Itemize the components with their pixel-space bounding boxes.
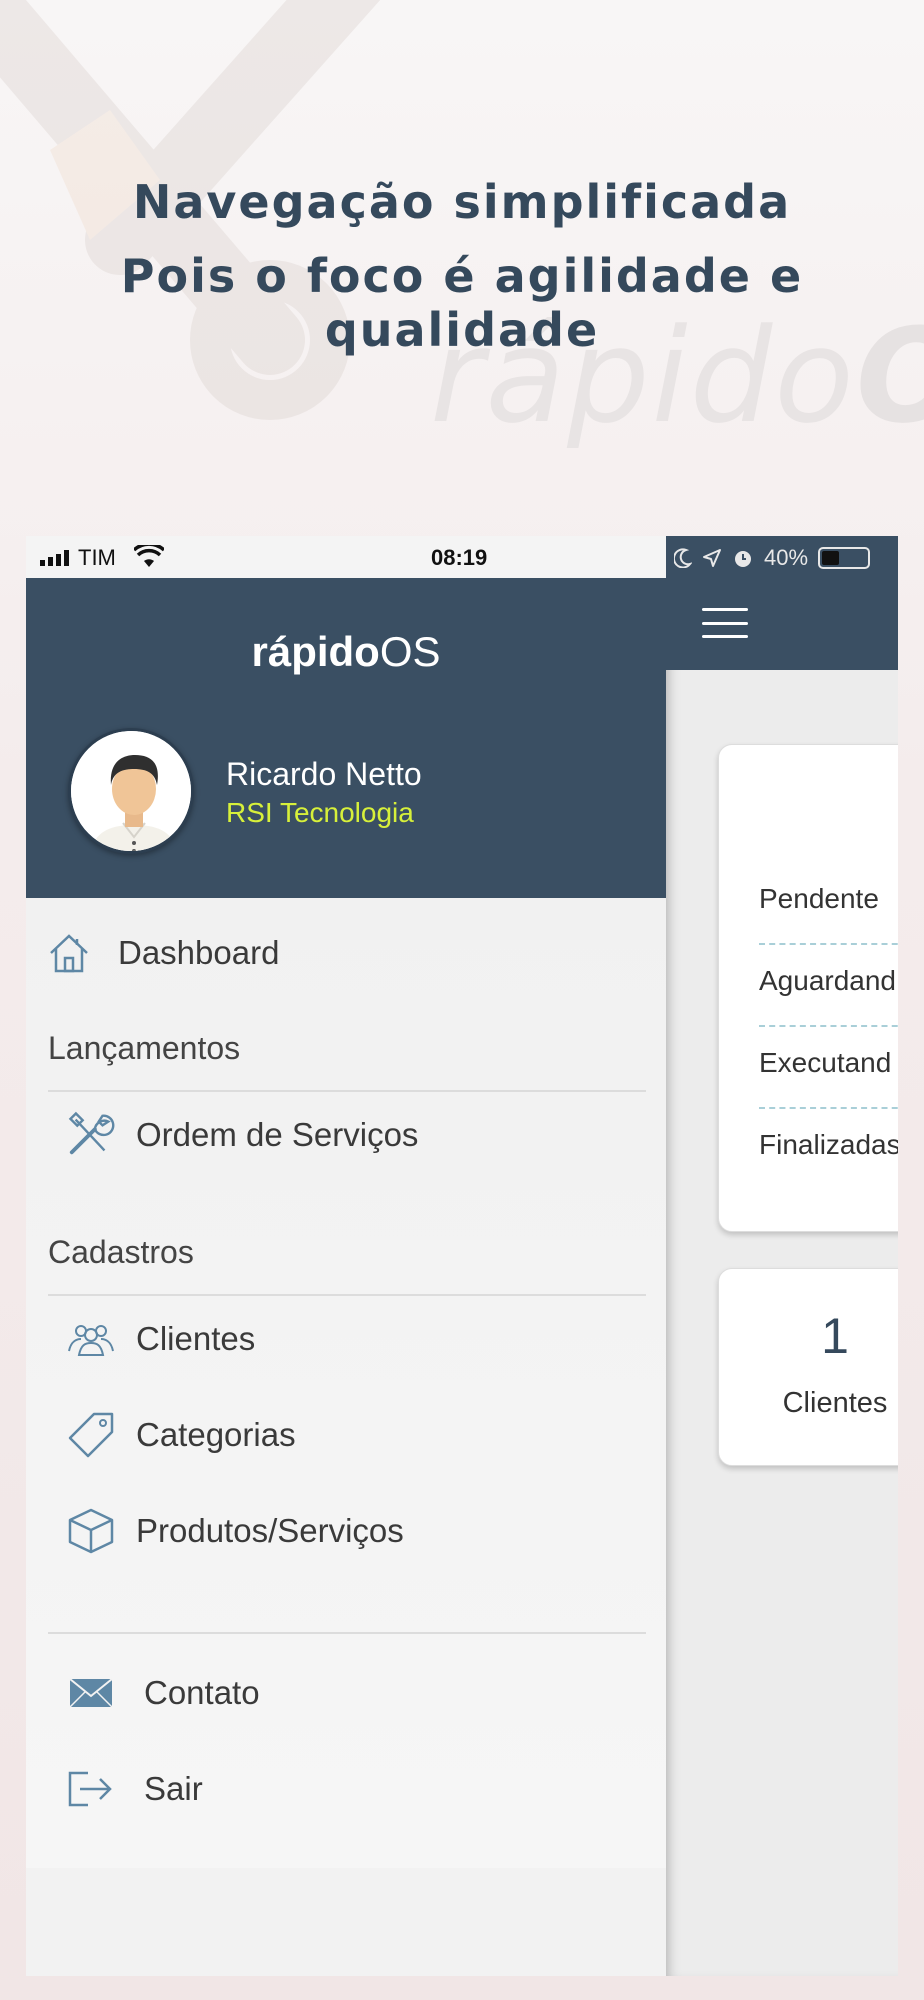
menu-item-contato[interactable]: Contato <box>66 1668 260 1718</box>
status-time: 08:19 <box>431 545 488 570</box>
status-card[interactable]: Pendente Aguardand Executand Finalizadas <box>718 744 898 1232</box>
moon-icon <box>674 548 692 568</box>
menu-label-sair: Sair <box>144 1770 203 1807</box>
divider <box>759 943 898 945</box>
section-cadastros: Cadastros <box>48 1234 194 1270</box>
tools-icon <box>66 1110 116 1160</box>
avatar[interactable] <box>68 728 194 854</box>
main-content: Pendente Aguardand Executand Finalizadas… <box>666 578 898 1976</box>
headline-line-1: Navegação simplificada <box>132 175 792 229</box>
clients-card[interactable]: 1 Clientes <box>718 1268 898 1466</box>
status-item: Pendente <box>759 883 879 914</box>
headline-line-2: Pois o foco é agilidade e qualidade <box>120 249 804 357</box>
navigation-drawer: rápidoOS Ricardo Netto RSI Tecnologia Da… <box>26 578 666 1976</box>
menu-label-produtos-servicos: Produtos/Serviços <box>136 1512 404 1549</box>
status-bar: TIM 08:19 <box>26 536 666 578</box>
menu-item-produtos-servicos[interactable]: Produtos/Serviços <box>66 1506 404 1556</box>
menu-icon[interactable] <box>702 608 748 638</box>
box-icon <box>66 1506 116 1556</box>
phone-screenshot: TIM 08:19 40% rápidoOS Ricardo Netto RSI… <box>26 536 898 1976</box>
menu-label-dashboard: Dashboard <box>118 934 280 971</box>
headline: Navegação simplificada Pois o foco é agi… <box>0 175 924 357</box>
logout-icon <box>66 1764 116 1814</box>
main-toolbar <box>666 578 898 670</box>
menu-item-dashboard[interactable]: Dashboard <box>44 928 279 978</box>
divider <box>759 1107 898 1109</box>
battery-percent: 40% <box>764 545 809 570</box>
users-icon <box>66 1314 116 1364</box>
status-item: Executand <box>759 1047 892 1078</box>
wifi-icon <box>134 545 164 567</box>
menu-item-ordem-servicos[interactable]: Ordem de Serviços <box>66 1110 418 1160</box>
drawer-header: rápidoOS Ricardo Netto RSI Tecnologia <box>26 578 666 898</box>
menu-label-clientes: Clientes <box>136 1320 256 1357</box>
menu-label-ordem-servicos: Ordem de Serviços <box>136 1116 419 1153</box>
menu-item-clientes[interactable]: Clientes <box>66 1314 255 1364</box>
clients-label: Clientes <box>782 1387 888 1419</box>
alarm-icon <box>735 551 751 567</box>
status-bar-right: 40% <box>666 536 898 578</box>
menu-item-categorias[interactable]: Categorias <box>66 1410 296 1460</box>
battery-icon <box>818 547 871 569</box>
app-logo: rápidoOS <box>251 628 441 675</box>
signal-icon <box>40 550 69 566</box>
clients-count: 1 <box>821 1308 849 1364</box>
menu-item-sair[interactable]: Sair <box>66 1764 203 1814</box>
status-item: Aguardand <box>759 965 897 996</box>
divider <box>48 1294 646 1296</box>
mail-icon <box>66 1668 116 1718</box>
user-company: RSI Tecnologia <box>226 797 414 828</box>
divider <box>759 1025 898 1027</box>
divider <box>48 1090 646 1092</box>
user-name: Ricardo Netto <box>226 756 422 792</box>
menu-label-contato: Contato <box>144 1674 260 1711</box>
drawer-menu: Dashboard Lançamentos Ordem de Serviços … <box>26 898 666 1868</box>
tag-icon <box>66 1410 116 1460</box>
menu-label-categorias: Categorias <box>136 1416 296 1453</box>
status-item: Finalizadas <box>759 1129 898 1160</box>
section-lancamentos: Lançamentos <box>48 1030 241 1066</box>
home-icon <box>44 928 94 978</box>
location-icon <box>703 549 721 567</box>
user-avatar-icon <box>71 731 191 851</box>
carrier-name: TIM <box>78 545 116 570</box>
divider <box>48 1632 646 1634</box>
